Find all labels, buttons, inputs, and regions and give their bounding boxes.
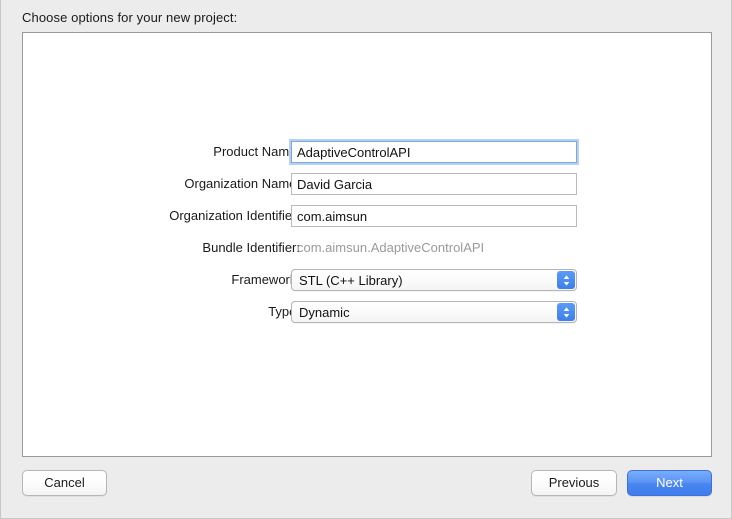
form-row-product-name: Product Name: bbox=[23, 141, 711, 171]
chevron-up-down-icon[interactable] bbox=[557, 303, 575, 321]
project-options-form: Product Name: Organization Name: Organiz… bbox=[23, 141, 711, 333]
framework-selected-value: STL (C++ Library) bbox=[299, 273, 403, 288]
product-name-input[interactable] bbox=[291, 141, 577, 163]
type-field-wrap: Dynamic bbox=[291, 301, 577, 323]
chevron-up-down-icon[interactable] bbox=[557, 271, 575, 289]
type-selected-value: Dynamic bbox=[299, 305, 350, 320]
dialog-button-bar: Cancel Previous Next bbox=[1, 470, 731, 500]
options-panel: Product Name: Organization Name: Organiz… bbox=[22, 32, 712, 457]
organization-name-label: Organization Name: bbox=[184, 176, 300, 191]
form-row-bundle-identifier: Bundle Identifier: com.aimsun.AdaptiveCo… bbox=[23, 237, 711, 267]
framework-select[interactable]: STL (C++ Library) bbox=[291, 269, 577, 291]
framework-label: Framework: bbox=[231, 272, 300, 287]
new-project-options-window: Choose options for your new project: Pro… bbox=[0, 0, 732, 519]
bundle-identifier-value: com.aimsun.AdaptiveControlAPI bbox=[297, 240, 485, 255]
page-title: Choose options for your new project: bbox=[22, 10, 238, 25]
organization-identifier-label: Organization Identifier: bbox=[169, 208, 300, 223]
product-name-field-wrap bbox=[291, 141, 577, 163]
form-row-type: Type: Dynamic bbox=[23, 301, 711, 331]
organization-name-field-wrap bbox=[291, 173, 577, 195]
previous-button[interactable]: Previous bbox=[531, 470, 617, 496]
organization-name-input[interactable] bbox=[291, 173, 577, 195]
organization-identifier-field-wrap bbox=[291, 205, 577, 227]
type-select[interactable]: Dynamic bbox=[291, 301, 577, 323]
form-row-framework: Framework: STL (C++ Library) bbox=[23, 269, 711, 299]
next-button[interactable]: Next bbox=[627, 470, 712, 496]
bundle-identifier-label: Bundle Identifier: bbox=[202, 240, 300, 255]
bundle-identifier-value-wrap: com.aimsun.AdaptiveControlAPI bbox=[291, 237, 577, 259]
cancel-button[interactable]: Cancel bbox=[22, 470, 107, 496]
framework-field-wrap: STL (C++ Library) bbox=[291, 269, 577, 291]
organization-identifier-input[interactable] bbox=[291, 205, 577, 227]
form-row-organization-name: Organization Name: bbox=[23, 173, 711, 203]
product-name-label: Product Name: bbox=[213, 144, 300, 159]
form-row-organization-identifier: Organization Identifier: bbox=[23, 205, 711, 235]
